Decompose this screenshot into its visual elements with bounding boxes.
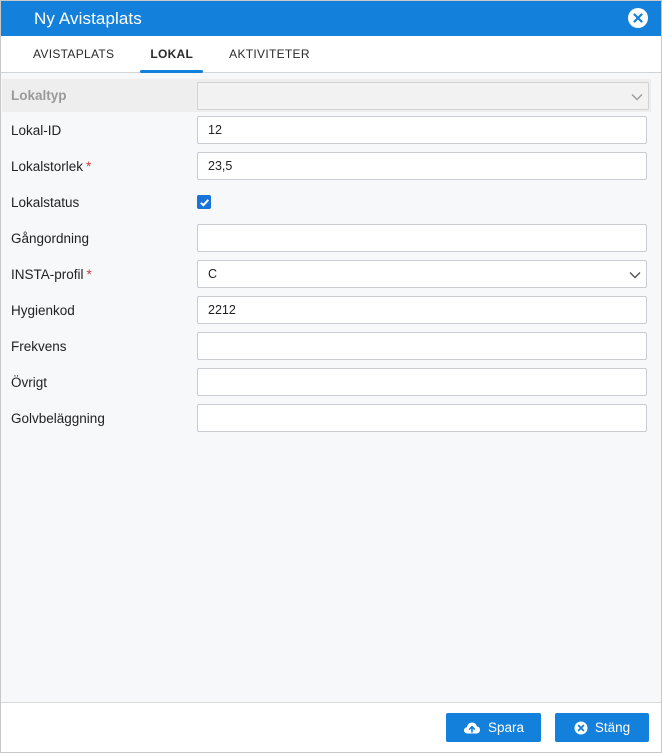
gangordning-label: Gångordning	[11, 230, 90, 246]
row-insta-profil: INSTA-profil * C	[1, 256, 661, 292]
hygienkod-input[interactable]: 2212	[197, 296, 647, 324]
close-button-label: Stäng	[594, 720, 631, 735]
ovrigt-input[interactable]	[197, 368, 647, 396]
insta-profil-select[interactable]: C	[197, 260, 647, 288]
tab-bar: AVISTAPLATS LOKAL AKTIVITETER	[1, 36, 661, 73]
insta-profil-label: INSTA-profil *	[11, 267, 197, 282]
close-dialog-button[interactable]	[628, 8, 648, 28]
golvbelaggning-label: Golvbeläggning	[11, 410, 105, 426]
save-button-label: Spara	[487, 720, 525, 735]
frekvens-input[interactable]	[197, 332, 647, 360]
row-hygienkod: Hygienkod 2212	[1, 292, 661, 328]
close-circle-icon	[574, 721, 588, 734]
lokalstorlek-label-text: Lokalstorlek	[11, 158, 84, 174]
row-frekvens: Frekvens	[1, 328, 661, 364]
lokal-form: Lokaltyp Lokal-ID 12 Lokalstorlek * 23,5 …	[1, 73, 661, 702]
golvbelaggning-input[interactable]	[197, 404, 647, 432]
chevron-down-icon	[631, 93, 643, 100]
lokaltyp-select	[197, 81, 649, 110]
row-golvbelaggning: Golvbeläggning	[1, 400, 661, 436]
dialog-footer: Spara Stäng	[1, 702, 661, 752]
tab-avistaplats[interactable]: AVISTAPLATS	[15, 36, 132, 72]
required-mark: *	[86, 266, 92, 282]
insta-profil-label-text: INSTA-profil	[11, 266, 84, 282]
lokal-id-input[interactable]: 12	[197, 116, 647, 144]
ovrigt-label: Övrigt	[11, 374, 48, 390]
lokal-id-label: Lokal-ID	[11, 122, 62, 138]
required-mark: *	[86, 158, 92, 174]
dialog: Ny Avistaplats AVISTAPLATS LOKAL AKTIVIT…	[0, 0, 662, 753]
lokalstorlek-input[interactable]: 23,5	[197, 152, 647, 180]
chevron-down-icon	[629, 272, 641, 279]
lokalstorlek-label: Lokalstorlek *	[11, 159, 197, 174]
row-lokal-id: Lokal-ID 12	[1, 112, 661, 148]
row-gangordning: Gångordning	[1, 220, 661, 256]
row-lokalstorlek: Lokalstorlek * 23,5	[1, 148, 661, 184]
frekvens-label: Frekvens	[11, 338, 67, 354]
hygienkod-value: 2212	[208, 303, 236, 317]
row-lokalstatus: Lokalstatus	[1, 184, 661, 220]
lokal-id-value: 12	[208, 123, 222, 137]
lokaltyp-label: Lokaltyp	[11, 88, 67, 103]
row-lokaltyp: Lokaltyp	[2, 79, 651, 112]
gangordning-input[interactable]	[197, 224, 647, 252]
close-button[interactable]: Stäng	[555, 713, 649, 742]
lokalstorlek-value: 23,5	[208, 159, 233, 173]
insta-profil-value: C	[208, 267, 218, 281]
cloud-upload-icon	[463, 722, 480, 733]
lokalstatus-checkbox[interactable]	[197, 195, 211, 209]
tab-lokal[interactable]: LOKAL	[132, 36, 211, 73]
dialog-title: Ny Avistaplats	[34, 8, 142, 28]
save-button[interactable]: Spara	[446, 713, 541, 742]
lokalstatus-label: Lokalstatus	[11, 194, 80, 210]
hygienkod-label: Hygienkod	[11, 302, 75, 318]
close-icon	[633, 13, 643, 23]
dialog-titlebar: Ny Avistaplats	[1, 1, 661, 36]
tab-aktiviteter[interactable]: AKTIVITETER	[211, 36, 328, 72]
checkmark-icon	[199, 198, 209, 207]
row-ovrigt: Övrigt	[1, 364, 661, 400]
